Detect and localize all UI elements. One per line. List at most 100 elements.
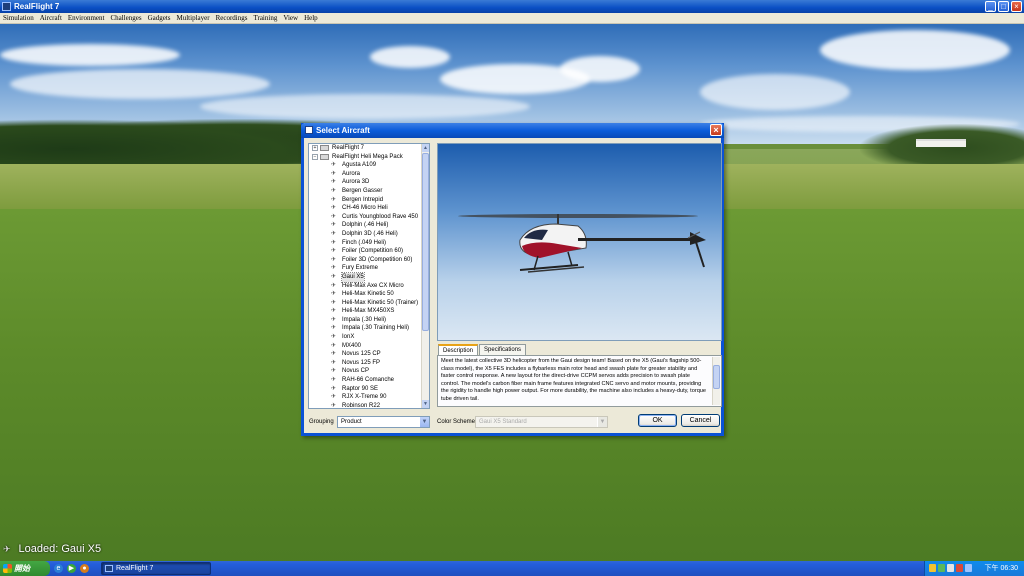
helicopter-icon: ✈ (331, 230, 337, 237)
aircraft-list-item[interactable]: ✈ CH-46 Micro Heli (309, 204, 429, 213)
tree-root-label: RealFlight Heli Mega Pack (332, 153, 403, 160)
menu-gadgets[interactable]: Gadgets (145, 13, 174, 23)
dialog-close-button[interactable]: × (710, 124, 722, 136)
aircraft-label: Fury Extreme (342, 265, 379, 272)
cancel-button[interactable]: Cancel (681, 414, 720, 427)
tray-icon[interactable] (947, 564, 954, 572)
folder-icon (320, 145, 329, 151)
helicopter-icon: ✈ (331, 316, 337, 323)
menu-environment[interactable]: Environment (65, 13, 108, 23)
status-overlay: ✈ Loaded: Gaui X5 (3, 540, 101, 558)
scroll-thumb[interactable] (713, 365, 720, 389)
cloud (560, 56, 640, 82)
status-text: Loaded: Gaui X5 (18, 543, 102, 555)
aircraft-list-item[interactable]: ✈ Raptor 90 SE (309, 385, 429, 394)
scroll-thumb[interactable] (422, 153, 429, 331)
menu-view[interactable]: View (280, 13, 301, 23)
close-button[interactable]: × (1011, 1, 1022, 12)
grouping-select[interactable]: Product ▼ (337, 416, 430, 428)
menu-multiplayer[interactable]: Multiplayer (174, 13, 213, 23)
helicopter-icon: ✈ (331, 239, 337, 246)
aircraft-list-item[interactable]: ✈ Fury Extreme (309, 264, 429, 273)
expander-icon[interactable]: − (312, 153, 318, 160)
aircraft-list-item[interactable]: ✈ Novus 125 FP (309, 359, 429, 368)
info-tabs: Description Specifications (438, 344, 527, 356)
menu-help[interactable]: Help (301, 13, 321, 23)
firefox-icon[interactable]: ● (80, 564, 89, 573)
aircraft-list-item[interactable]: ✈ Aurora (309, 170, 429, 179)
aircraft-list-item[interactable]: ✈ MX400 (309, 342, 429, 351)
aircraft-tree[interactable]: + RealFlight 7− RealFlight Heli Mega Pack ✈… (308, 143, 430, 409)
select-aircraft-dialog: Select Aircraft × + RealFlight 7 − RealFlig… (301, 123, 724, 436)
aircraft-list-item[interactable]: ✈ Bergen Gasser (309, 187, 429, 196)
dialog-title-bar[interactable]: Select Aircraft × (301, 123, 724, 138)
helicopter-icon: ✈ (331, 359, 337, 366)
menu-aircraft[interactable]: Aircraft (37, 13, 65, 23)
aircraft-list-item[interactable]: ✈ Heli-Max MX450XS (309, 307, 429, 316)
aircraft-list-item[interactable]: ✈ Impala (.30 Heli) (309, 316, 429, 325)
scroll-down-icon[interactable]: ▼ (422, 400, 429, 408)
realflight-app-icon (2, 2, 11, 11)
aircraft-list-item[interactable]: ✈ Aurora 3D (309, 178, 429, 187)
tray-icon[interactable] (956, 564, 963, 572)
taskbar-realflight-button[interactable]: RealFlight 7 (101, 562, 211, 575)
aircraft-label: Novus 125 FP (342, 359, 381, 366)
aircraft-list-item[interactable]: ✈ Robinson R22 (309, 402, 429, 408)
aircraft-label: Gaui X5 (341, 271, 365, 283)
aircraft-list-item[interactable]: ✈ Finch (.049 Heli) (309, 239, 429, 248)
helicopter-icon: ✈ (331, 299, 337, 306)
aircraft-list-item[interactable]: ✈ Dolphin 3D (.46 Heli) (309, 230, 429, 239)
description-scrollbar[interactable] (712, 357, 720, 405)
aircraft-label: Aurora (342, 170, 361, 177)
ok-button[interactable]: OK (638, 414, 677, 427)
minimize-button[interactable]: _ (985, 1, 996, 12)
volume-icon[interactable] (965, 564, 972, 572)
chevron-down-icon[interactable]: ▼ (597, 417, 607, 427)
menu-recordings[interactable]: Recordings (213, 13, 251, 23)
maximize-button[interactable]: □ (998, 1, 1009, 12)
app-title-bar[interactable]: RealFlight 7 _ □ × (0, 0, 1024, 13)
aircraft-list-item[interactable]: ✈ Heli-Max Axe CX Micro (309, 282, 429, 291)
aircraft-list-item[interactable]: ✈ Foiler (Competition 60) (309, 247, 429, 256)
ie-icon[interactable]: e (54, 564, 63, 573)
color-scheme-value: Gaui X5 Standard (479, 419, 527, 425)
aircraft-list-item[interactable]: ✈ Foiler 3D (Competition 60) (309, 256, 429, 265)
aircraft-list-item[interactable]: ✈ Heli-Max Kinetic 50 (Trainer) (309, 299, 429, 308)
start-button[interactable]: 開始 (0, 561, 50, 576)
aircraft-list-item[interactable]: ✈ Novus 125 CP (309, 350, 429, 359)
tree-root-row[interactable]: + RealFlight 7 (309, 144, 429, 153)
aircraft-list-item[interactable]: ✈ Agusta A109 (309, 161, 429, 170)
aircraft-label: Bergen Intrepid (342, 196, 384, 203)
menu-challenges[interactable]: Challenges (107, 13, 144, 23)
aircraft-list-item[interactable]: ✈ Bergen Intrepid (309, 196, 429, 205)
aircraft-list-item[interactable]: ✈ Curtis Youngblood Rave 450 (309, 213, 429, 222)
aircraft-list-item[interactable]: ✈ Gaui X5 (309, 271, 429, 283)
aircraft-list-item[interactable]: ✈ Heli-Max Kinetic 50 (309, 290, 429, 299)
scroll-up-icon[interactable]: ▲ (422, 144, 429, 152)
menu-simulation[interactable]: Simulation (0, 13, 37, 23)
chevron-down-icon[interactable]: ▼ (419, 417, 429, 427)
aircraft-label: Heli-Max Axe CX Micro (342, 282, 404, 289)
color-scheme-label: Color Scheme (437, 419, 476, 425)
media-player-icon[interactable]: ▶ (67, 564, 76, 573)
helicopter-icon: ✈ (331, 342, 337, 349)
expander-icon[interactable]: + (312, 145, 318, 151)
tab-specifications[interactable]: Specifications (479, 344, 527, 355)
aircraft-list-item[interactable]: ✈ Impala (.30 Training Heli) (309, 324, 429, 333)
menu-training[interactable]: Training (250, 13, 280, 23)
aircraft-list-item[interactable]: ✈ IonX (309, 333, 429, 342)
aircraft-list-item[interactable]: ✈ RAH-66 Comanche (309, 376, 429, 385)
tray-icon[interactable] (938, 564, 945, 572)
tree-scrollbar[interactable]: ▲ ▼ (421, 144, 429, 408)
aircraft-list-item[interactable]: ✈ Dolphin (.46 Heli) (309, 221, 429, 230)
aircraft-label: RJX X-Treme 90 (342, 394, 387, 401)
aircraft-label: Foiler 3D (Competition 60) (342, 256, 413, 263)
tray-icon[interactable] (929, 564, 936, 572)
aircraft-list-item[interactable]: ✈ Novus CP (309, 367, 429, 376)
start-label: 開始 (14, 564, 30, 573)
tree-root-row[interactable]: − RealFlight Heli Mega Pack (309, 153, 429, 162)
color-scheme-select[interactable]: Gaui X5 Standard ▼ (475, 416, 608, 428)
aircraft-list-item[interactable]: ✈ RJX X-Treme 90 (309, 393, 429, 402)
dialog-title: Select Aircraft (316, 126, 370, 135)
aircraft-label: Agusta A109 (342, 162, 377, 169)
